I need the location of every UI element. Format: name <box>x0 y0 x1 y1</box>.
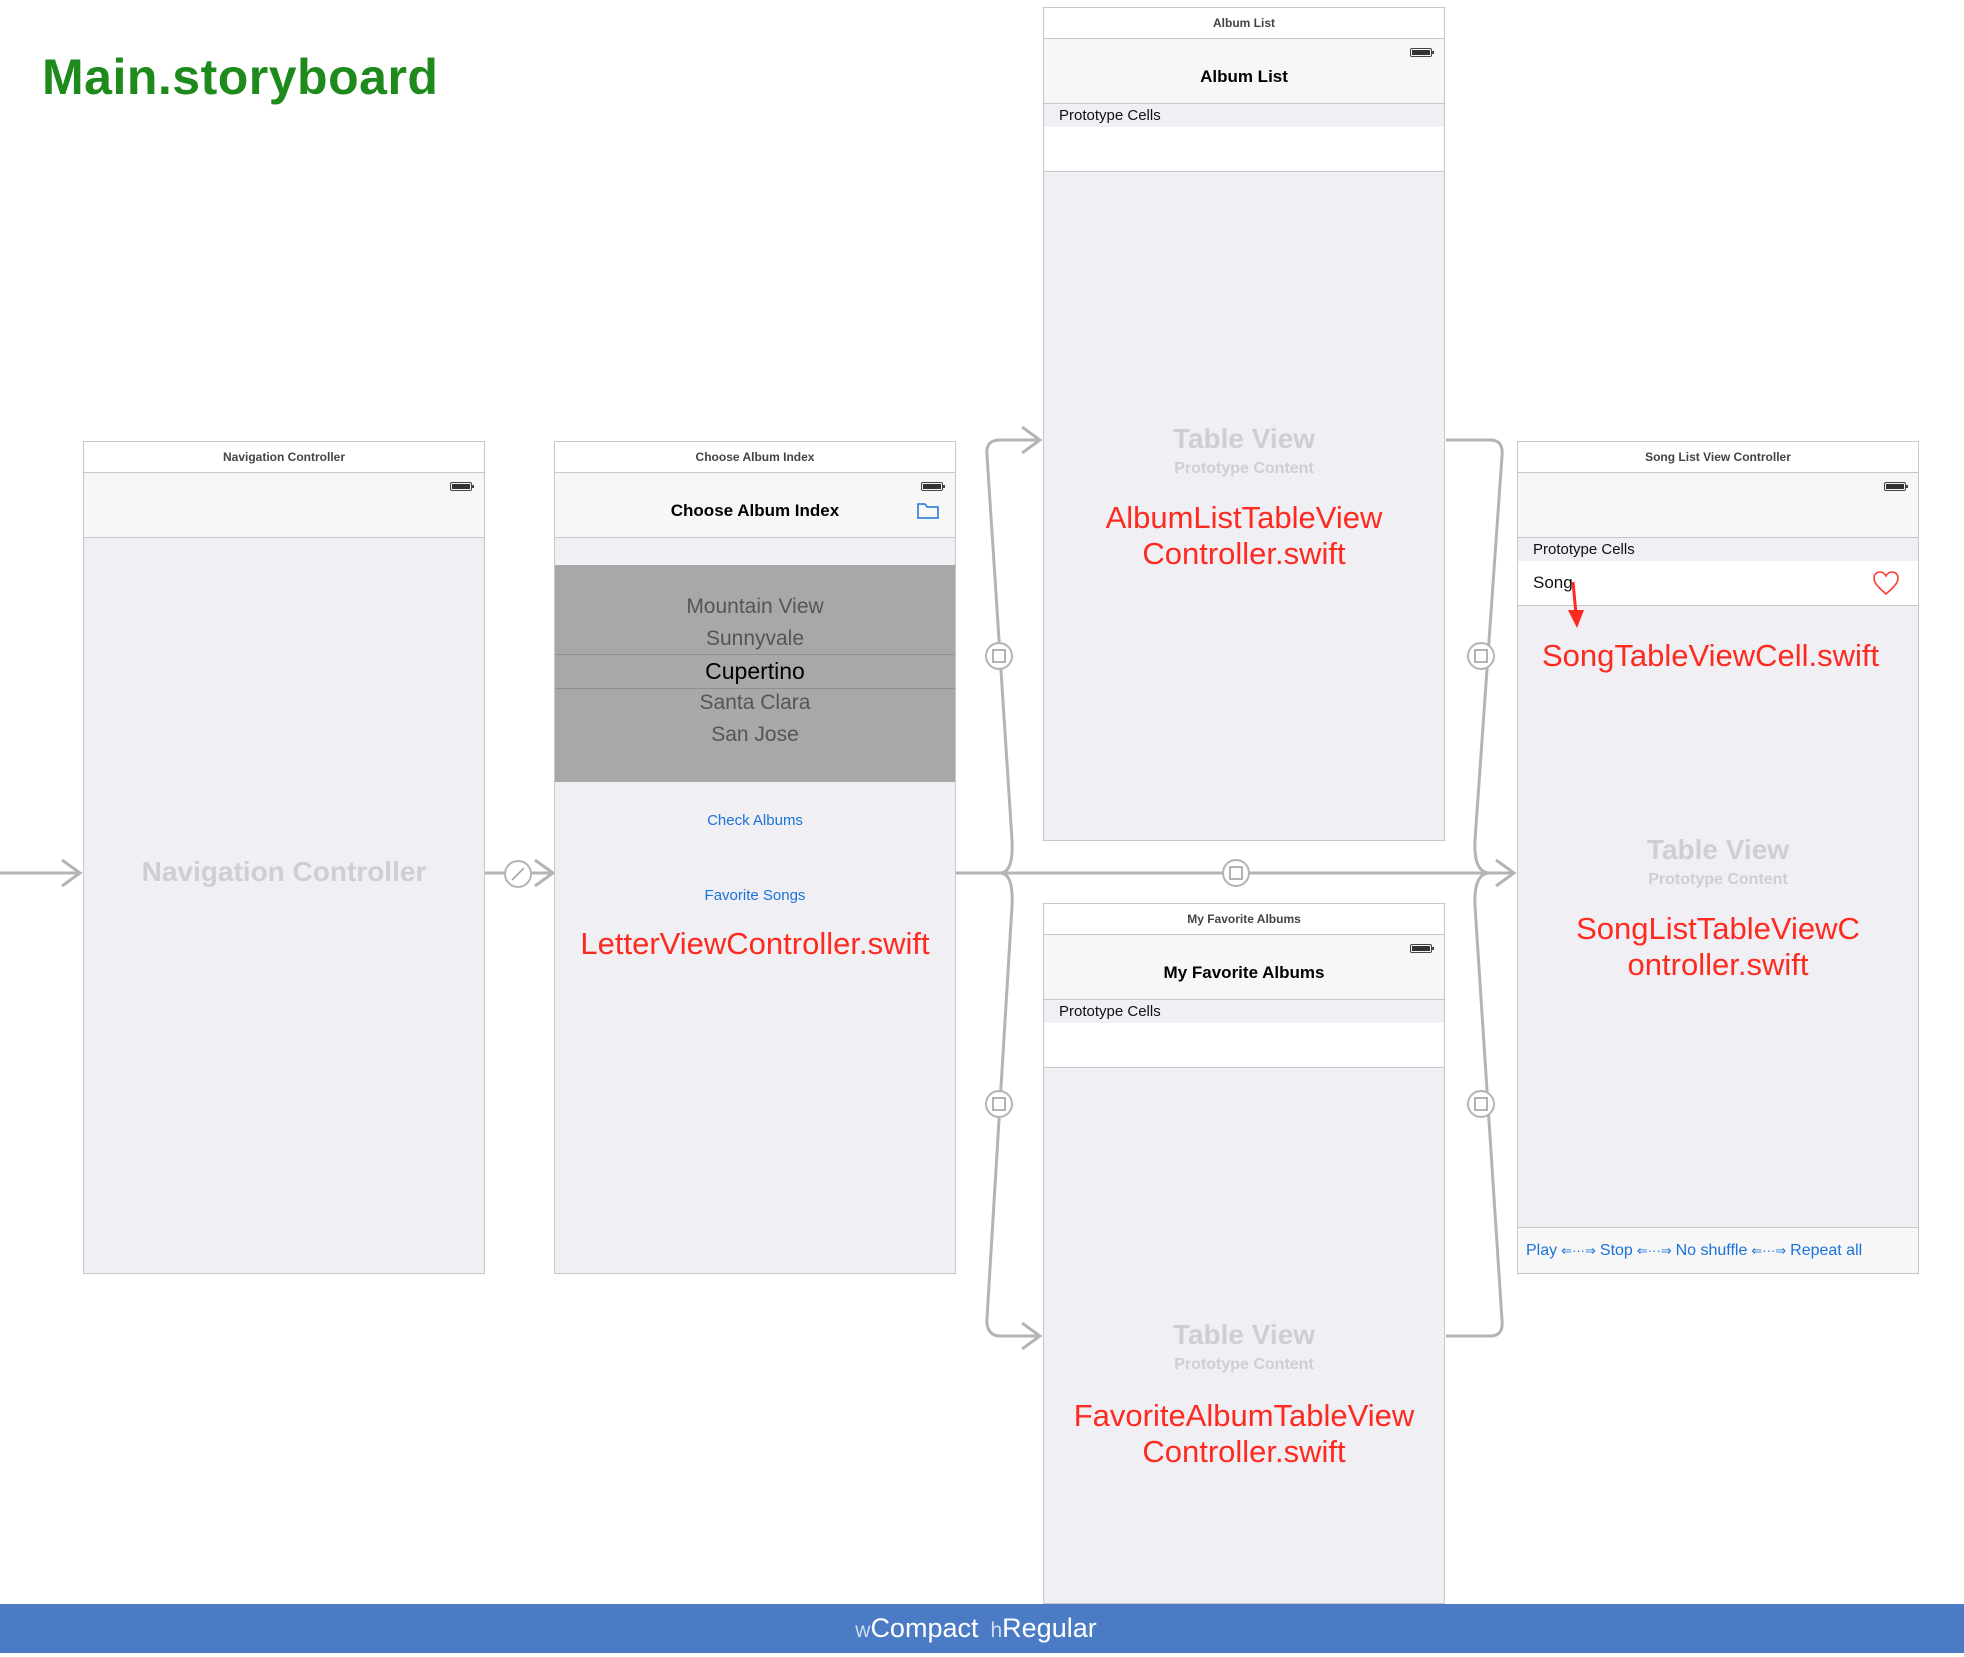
picker-row[interactable]: Sunnyvale <box>555 627 955 651</box>
check-albums-button[interactable]: Check Albums <box>555 812 955 829</box>
picker-row[interactable]: Mountain View <box>555 595 955 619</box>
height-class-prefix: h <box>990 1619 1003 1642</box>
battery-icon <box>1884 482 1908 491</box>
prototype-cell[interactable] <box>1044 127 1444 172</box>
prototype-cell[interactable] <box>1044 1023 1444 1068</box>
height-class-value[interactable]: Regular <box>1002 1613 1097 1643</box>
scene-header: Album List <box>1044 8 1444 39</box>
battery-icon <box>450 482 474 491</box>
playback-toolbar: Play ⇐···⇒ Stop ⇐···⇒ No shuffle ⇐···⇒ Repeat … <box>1518 1227 1918 1273</box>
ghost-subtitle: Prototype Content <box>1174 460 1314 477</box>
scene-header: Choose Album Index <box>555 442 955 473</box>
album-list-scene[interactable]: Album List Album List Prototype Cells Ta… <box>1043 7 1445 841</box>
play-button[interactable]: Play <box>1526 1242 1557 1259</box>
favorite-songs-button[interactable]: Favorite Songs <box>555 887 955 904</box>
city-picker[interactable]: Mountain View Sunnyvale Cupertino Santa … <box>555 565 955 782</box>
heart-icon[interactable] <box>1872 570 1900 596</box>
scene-header: My Favorite Albums <box>1044 904 1444 935</box>
navigation-controller-scene[interactable]: Navigation Controller Navigation Control… <box>83 441 485 1274</box>
navigation-bar: My Favorite Albums <box>1044 935 1444 1000</box>
picker-selection-line <box>555 688 955 689</box>
scene-header: Song List View Controller <box>1518 442 1918 473</box>
repeat-button[interactable]: Repeat all <box>1790 1242 1862 1259</box>
battery-icon <box>1410 944 1434 953</box>
nav-title: Album List <box>1200 67 1288 86</box>
choose-album-index-scene[interactable]: Choose Album Index Choose Album Index Mo… <box>554 441 956 1274</box>
prototype-cells-label: Prototype Cells <box>1059 1003 1161 1020</box>
ghost-title: Navigation Controller <box>141 856 427 887</box>
flexible-space-icon: ⇐···⇒ <box>1751 1243 1787 1258</box>
class-annotation: SongListTableViewC <box>1576 911 1860 946</box>
picker-row[interactable]: Santa Clara <box>555 691 955 715</box>
song-list-scene[interactable]: Song List View Controller Prototype Cell… <box>1517 441 1919 1274</box>
navigation-bar: Choose Album Index <box>555 473 955 538</box>
width-class-value[interactable]: Compact <box>870 1613 978 1643</box>
nav-title: My Favorite Albums <box>1163 963 1325 982</box>
size-class-bar[interactable]: wCompact hRegular <box>0 1604 1964 1653</box>
class-annotation: AlbumListTableView <box>1105 500 1383 535</box>
picker-row-selected[interactable]: Cupertino <box>555 658 955 685</box>
shuffle-button[interactable]: No shuffle <box>1676 1242 1748 1259</box>
flexible-space-icon: ⇐···⇒ <box>1636 1243 1672 1258</box>
my-favorite-albums-scene[interactable]: My Favorite Albums My Favorite Albums Pr… <box>1043 903 1445 1604</box>
battery-icon <box>921 482 945 491</box>
battery-icon <box>1410 48 1434 57</box>
width-class-prefix: w <box>855 1619 871 1642</box>
class-annotation: LetterViewController.swift <box>580 926 930 961</box>
class-annotation: FavoriteAlbumTableView <box>1073 1398 1415 1433</box>
ghost-subtitle: Prototype Content <box>1648 871 1788 888</box>
navigation-bar <box>1518 473 1918 538</box>
navigation-bar: Album List <box>1044 39 1444 104</box>
cell-class-annotation: SongTableViewCell.swift <box>1542 638 1880 673</box>
ghost-title: Table View <box>1646 834 1790 865</box>
ghost-title: Table View <box>1172 423 1316 454</box>
prototype-cells-label: Prototype Cells <box>1059 107 1161 124</box>
annotation-arrow-icon <box>1568 581 1584 628</box>
scene-header: Navigation Controller <box>84 442 484 473</box>
class-annotation: Controller.swift <box>1142 536 1346 571</box>
picker-selection-line <box>555 654 955 655</box>
picker-row[interactable]: San Jose <box>555 723 955 747</box>
flexible-space-icon: ⇐···⇒ <box>1561 1243 1596 1258</box>
folder-icon[interactable] <box>917 501 939 519</box>
navigation-bar <box>84 473 484 538</box>
nav-title: Choose Album Index <box>670 501 840 520</box>
prototype-cells-label: Prototype Cells <box>1533 541 1635 558</box>
class-annotation: ontroller.swift <box>1627 947 1809 982</box>
stop-button[interactable]: Stop <box>1600 1242 1633 1259</box>
ghost-title: Table View <box>1172 1319 1316 1350</box>
ghost-subtitle: Prototype Content <box>1174 1356 1314 1373</box>
class-annotation: Controller.swift <box>1142 1434 1346 1469</box>
